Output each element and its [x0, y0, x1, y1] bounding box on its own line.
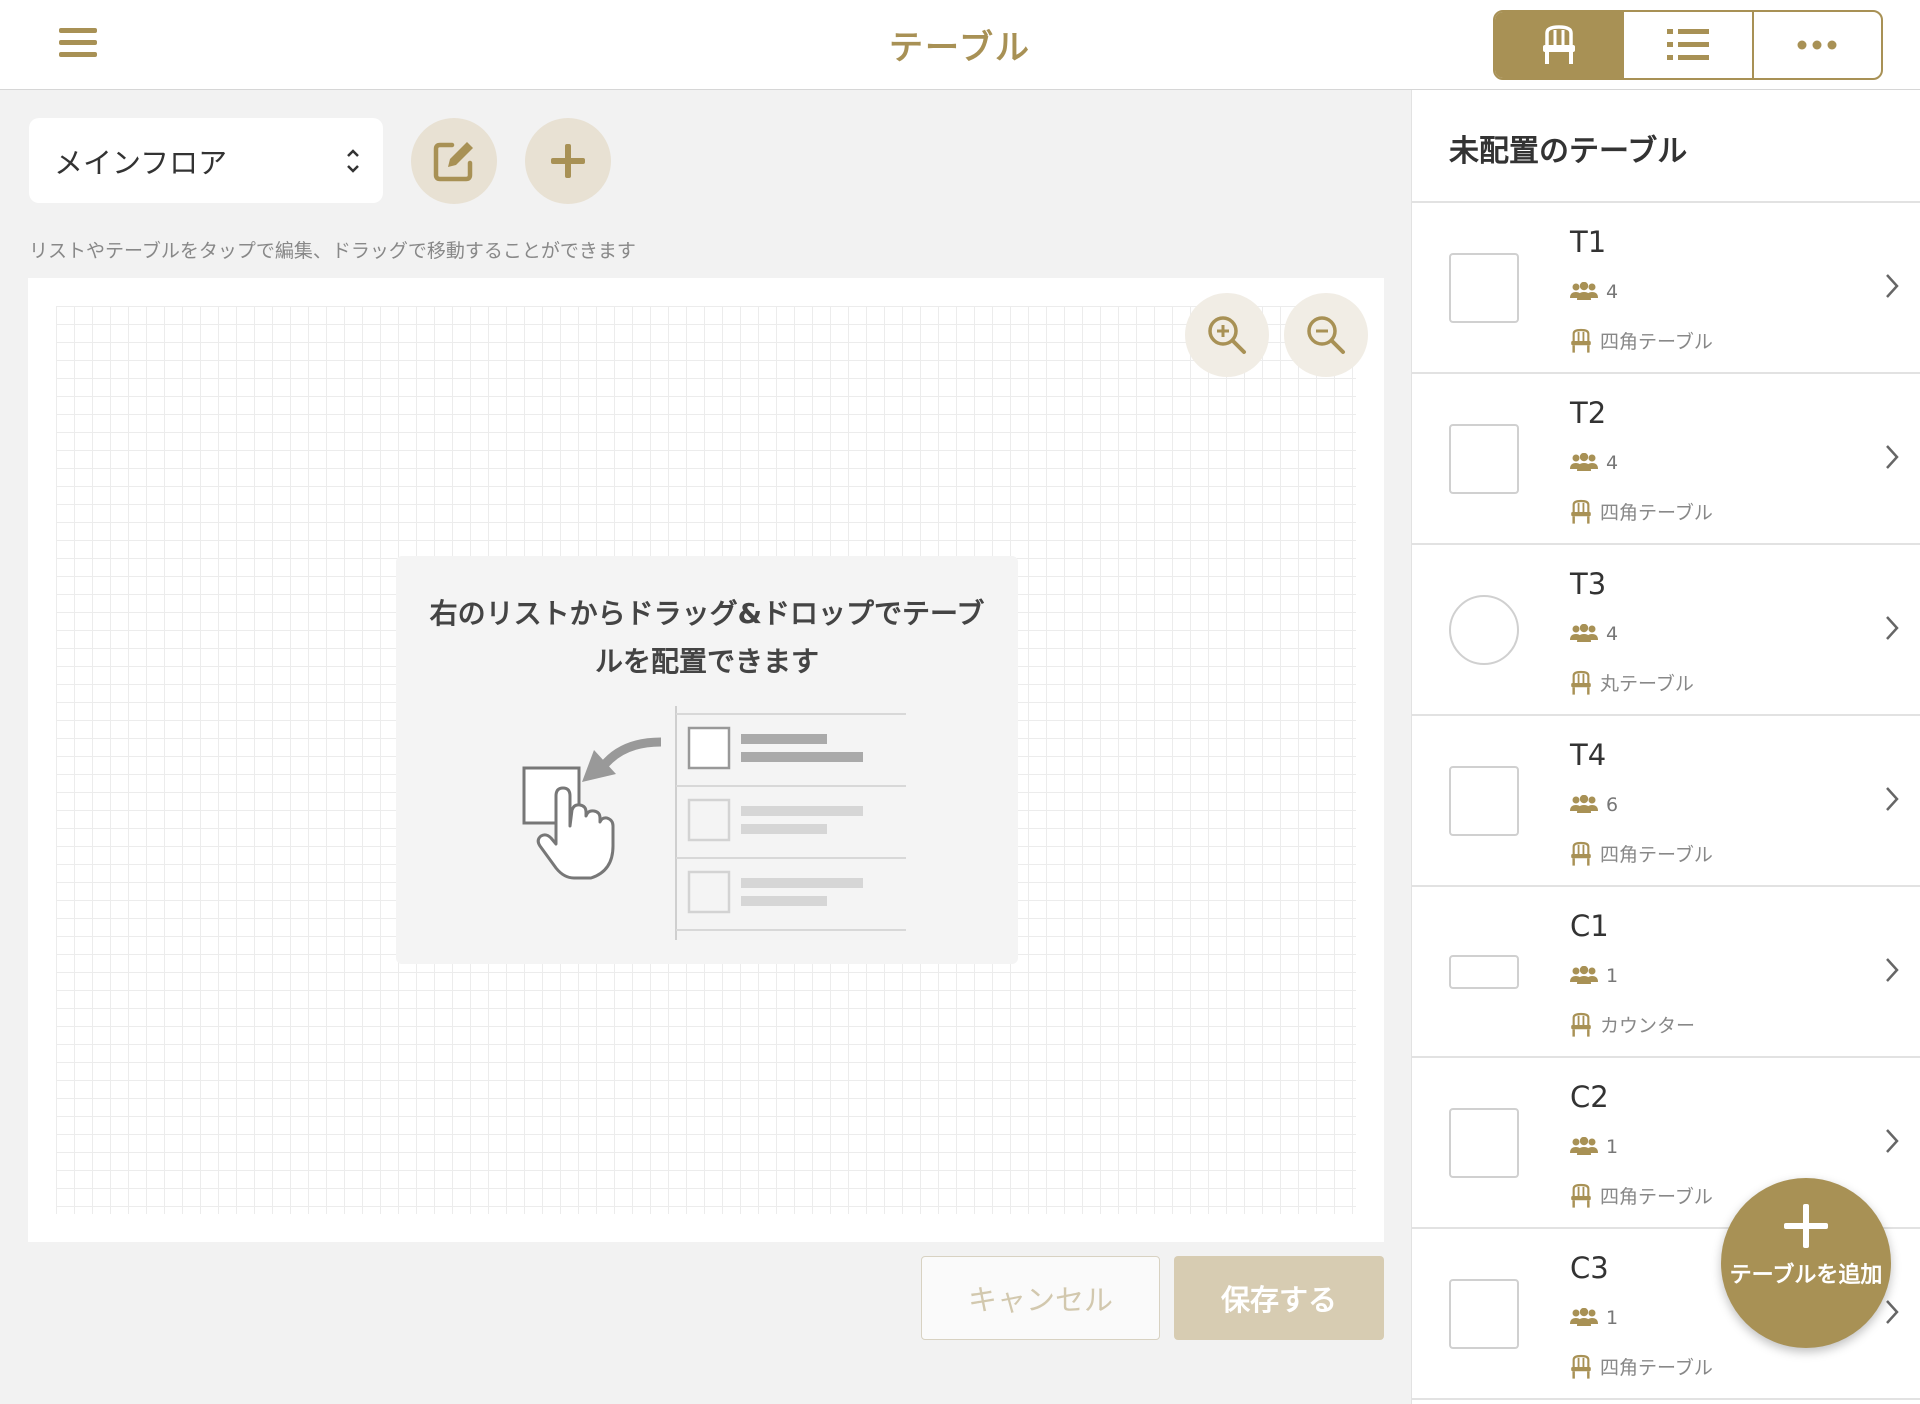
view-floor-button[interactable]: [1495, 12, 1625, 78]
chevron-right-icon: [1886, 1129, 1899, 1153]
table-type: 四角テーブル: [1570, 1182, 1713, 1209]
view-more-button[interactable]: [1754, 12, 1881, 78]
panel-title: 未配置のテーブル: [1449, 134, 1688, 169]
table-type-label: 四角テーブル: [1600, 844, 1713, 866]
table-name: C3: [1570, 1251, 1609, 1285]
chair-icon: [1571, 1183, 1591, 1208]
table-row[interactable]: T3 4 丸テーブル: [1412, 545, 1920, 716]
zoom-out-icon: [1307, 316, 1345, 354]
table-shape-square: [1449, 1279, 1519, 1349]
table-type: 四角テーブル: [1570, 498, 1713, 525]
seat-count: 4: [1606, 623, 1619, 645]
people-icon: [1570, 1137, 1598, 1155]
hamburger-icon[interactable]: [59, 28, 97, 60]
chevron-right-icon: [1886, 445, 1899, 469]
seat-count: 4: [1606, 281, 1619, 303]
chevron-right-icon: [1886, 958, 1899, 982]
table-type-label: 四角テーブル: [1600, 331, 1713, 353]
table-seats: 4: [1570, 452, 1618, 474]
table-name: C2: [1570, 1080, 1609, 1114]
table-type-label: 四角テーブル: [1600, 1186, 1713, 1208]
table-seats: 1: [1570, 1136, 1618, 1158]
drag-illustration-icon: [522, 706, 906, 940]
table-type: 丸テーブル: [1570, 669, 1694, 696]
guide-text: 右のリストからドラッグ&ドロップでテーブルを配置できます: [429, 597, 985, 678]
add-floor-button[interactable]: [525, 118, 611, 204]
seat-count: 4: [1606, 452, 1619, 474]
people-icon: [1570, 282, 1598, 300]
table-seats: 4: [1570, 623, 1618, 645]
table-name: T4: [1570, 738, 1607, 772]
table-shape-square: [1449, 424, 1519, 494]
table-name: C1: [1570, 909, 1609, 943]
chevron-right-icon: [1886, 274, 1899, 298]
people-icon: [1570, 453, 1598, 471]
zoom-in-icon: [1208, 316, 1246, 354]
chair-icon: [1571, 670, 1591, 695]
edit-floor-button[interactable]: [411, 118, 497, 204]
hint-text: リストやテーブルをタップで編集、ドラッグで移動することができます: [29, 240, 636, 262]
cancel-button[interactable]: キャンセル: [921, 1256, 1160, 1340]
people-icon: [1570, 966, 1598, 984]
seat-count: 1: [1606, 1307, 1619, 1329]
zoom-out-button[interactable]: [1284, 293, 1368, 377]
drag-drop-guide: 右のリストからドラッグ&ドロップでテーブルを配置できます: [396, 556, 1018, 964]
add-table-button[interactable]: テーブルを追加: [1721, 1178, 1891, 1348]
table-row[interactable]: T4 6 四角テーブル: [1412, 716, 1920, 887]
table-name: T2: [1570, 396, 1607, 430]
table-row[interactable]: C1 1 カウンター: [1412, 887, 1920, 1058]
view-list-button[interactable]: [1624, 12, 1754, 78]
edit-icon: [433, 142, 473, 182]
zoom-in-button[interactable]: [1185, 293, 1269, 377]
floor-canvas[interactable]: 右のリストからドラッグ&ドロップでテーブルを配置できます: [28, 278, 1384, 1242]
chevron-right-icon: [1886, 1300, 1899, 1324]
table-row[interactable]: T2 4 四角テーブル: [1412, 374, 1920, 545]
seat-count: 1: [1606, 965, 1619, 987]
add-table-label: テーブルを追加: [1729, 1263, 1883, 1288]
people-icon: [1570, 795, 1598, 813]
list-icon: [1666, 29, 1709, 60]
table-seats: 6: [1570, 794, 1618, 816]
table-type-label: 四角テーブル: [1600, 502, 1713, 524]
table-type-label: 丸テーブル: [1600, 673, 1694, 695]
chair-icon: [1542, 25, 1575, 64]
table-shape-square: [1449, 1108, 1519, 1178]
people-icon: [1570, 1308, 1598, 1326]
floor-select[interactable]: メインフロア: [29, 118, 383, 203]
table-type: 四角テーブル: [1570, 1353, 1713, 1380]
table-name: T3: [1570, 567, 1607, 601]
table-seats: 1: [1570, 1307, 1618, 1329]
table-type-label: カウンター: [1600, 1015, 1696, 1037]
view-toggle: [1493, 10, 1883, 80]
people-icon: [1570, 624, 1598, 642]
chair-icon: [1571, 499, 1591, 524]
table-name: T1: [1570, 225, 1607, 259]
seat-count: 6: [1606, 794, 1619, 816]
table-seats: 4: [1570, 281, 1618, 303]
chair-icon: [1571, 1354, 1591, 1379]
table-shape-counter: [1449, 955, 1519, 989]
table-type-label: 四角テーブル: [1600, 1357, 1713, 1379]
chair-icon: [1571, 841, 1591, 866]
chair-icon: [1571, 328, 1591, 353]
seat-count: 1: [1606, 1136, 1619, 1158]
plus-icon: [1784, 1204, 1828, 1248]
table-type: 四角テーブル: [1570, 327, 1713, 354]
table-shape-square: [1449, 766, 1519, 836]
app-header: テーブル: [0, 0, 1920, 90]
chair-icon: [1571, 1012, 1591, 1037]
table-shape-round: [1449, 595, 1519, 665]
table-shape-square: [1449, 253, 1519, 323]
chevron-right-icon: [1886, 787, 1899, 811]
table-seats: 1: [1570, 965, 1618, 987]
plus-icon: [551, 144, 585, 178]
table-row[interactable]: T1 4 四角テーブル: [1412, 203, 1920, 374]
save-button[interactable]: 保存する: [1174, 1256, 1384, 1340]
floor-select-value: メインフロア: [54, 145, 228, 180]
table-type: カウンター: [1570, 1011, 1695, 1038]
more-icon: [1797, 40, 1837, 50]
table-type: 四角テーブル: [1570, 840, 1713, 867]
chevron-right-icon: [1886, 616, 1899, 640]
updown-chevron-icon: [347, 149, 359, 173]
